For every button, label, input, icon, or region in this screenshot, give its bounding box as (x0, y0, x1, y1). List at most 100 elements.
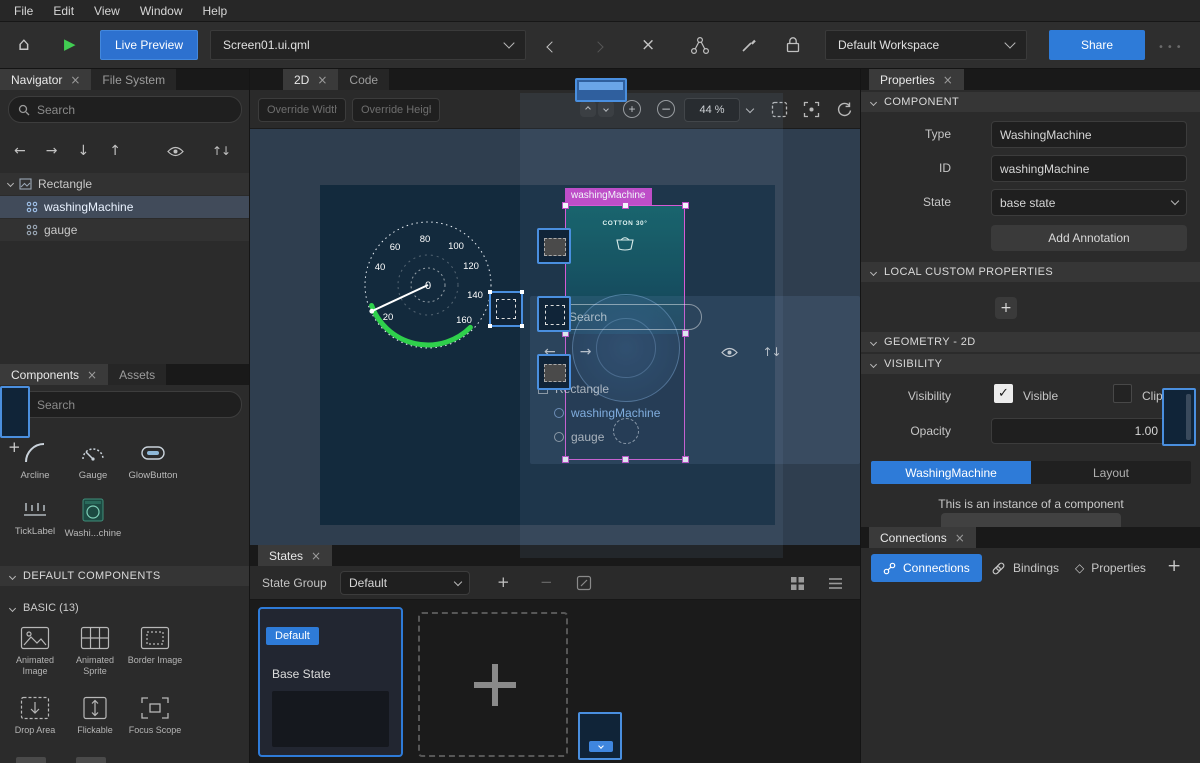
override-width-input[interactable] (267, 104, 337, 116)
paint-brush-icon[interactable] (740, 36, 758, 54)
connections-toolbar: Connections Bindings ◇ Properties + (861, 548, 1200, 588)
add-connection-icon[interactable]: + (1167, 556, 1181, 576)
add-state-plus-icon (492, 664, 498, 706)
node-graph-icon[interactable] (690, 36, 710, 55)
remove-state-group-icon[interactable]: − (540, 573, 553, 591)
id-field[interactable]: washingMachine (991, 155, 1187, 182)
override-height-input[interactable] (361, 104, 431, 116)
file-dropdown[interactable]: Screen01.ui.qml (210, 30, 526, 60)
basic-section-header[interactable]: BASIC (13) (10, 602, 79, 614)
drag-ghost-thumb (575, 78, 627, 102)
arrow-down-icon[interactable]: ↓ (77, 143, 89, 159)
state-card-default[interactable]: Default Base State (258, 607, 403, 757)
fit-frame-icon[interactable] (803, 101, 820, 118)
close-icon[interactable]: × (943, 73, 953, 87)
clip-checkbox[interactable] (1113, 384, 1132, 403)
basic-item-animated-sprite[interactable]: Animated Sprite (66, 625, 124, 676)
library-item-glowbutton[interactable]: GlowButton (122, 441, 184, 481)
sort-icon[interactable]: ↑↓ (212, 144, 230, 158)
add-state-card[interactable] (418, 612, 568, 757)
navigator-item-gauge[interactable]: gauge (0, 219, 249, 241)
tab-navigator[interactable]: Navigator × (0, 69, 91, 90)
expander-icon[interactable] (7, 179, 14, 186)
type-field[interactable]: WashingMachine (991, 121, 1187, 148)
live-preview-button[interactable]: Live Preview (100, 30, 198, 60)
close-icon[interactable]: × (311, 549, 321, 563)
properties-button[interactable]: ◇ Properties (1067, 554, 1154, 582)
state-group-dropdown[interactable]: Default (340, 571, 470, 595)
visibility-section-header[interactable]: VISIBILITY (861, 354, 1200, 374)
tab-assets[interactable]: Assets (108, 364, 166, 385)
menu-edit[interactable]: Edit (43, 4, 84, 18)
menu-view[interactable]: View (84, 4, 130, 18)
close-icon[interactable]: × (955, 531, 965, 545)
basic-item-border-image[interactable]: Border Image (126, 625, 184, 666)
workspace-dropdown[interactable]: Default Workspace (825, 30, 1027, 60)
library-item-ticklabel[interactable]: TickLabel (4, 497, 66, 537)
navigator-search[interactable] (8, 96, 242, 123)
basic-item-animated-image[interactable]: Animated Image (6, 625, 64, 676)
override-width-field[interactable] (258, 98, 346, 122)
menu-window[interactable]: Window (130, 4, 193, 18)
grid-view-icon[interactable] (790, 576, 805, 591)
tab-code[interactable]: Code (338, 69, 389, 90)
library-item-washingmachine[interactable]: Washi...chine (62, 497, 124, 539)
state-dropdown[interactable]: base state (991, 189, 1187, 216)
close-document-icon[interactable]: × (641, 35, 655, 55)
tab-file-system[interactable]: File System (91, 69, 176, 90)
geometry-section-header[interactable]: GEOMETRY - 2D (861, 332, 1200, 352)
basic-item-focus-scope[interactable]: Focus Scope (126, 695, 184, 736)
opacity-field[interactable]: 1.00 (991, 418, 1167, 444)
close-icon[interactable]: × (317, 73, 327, 87)
states-toolbar: State Group Default + − (250, 566, 860, 600)
ellipsis-icon[interactable]: ••• (1158, 42, 1185, 53)
tab-layout[interactable]: Layout (1031, 461, 1191, 484)
arrow-up-icon[interactable]: ↑ (109, 143, 121, 159)
back-button[interactable] (548, 40, 556, 54)
forward-button[interactable] (594, 40, 602, 54)
components-search[interactable] (8, 391, 242, 418)
tab-components[interactable]: Components × (0, 364, 108, 385)
add-annotation-button[interactable]: Add Annotation (991, 225, 1187, 251)
connections-button[interactable]: Connections (871, 554, 982, 582)
edit-state-icon[interactable] (576, 575, 592, 591)
add-custom-property-button[interactable]: + (995, 297, 1017, 319)
library-item-gauge[interactable]: Gauge (62, 441, 124, 481)
play-icon[interactable]: ▶ (64, 35, 76, 53)
tab-washingmachine[interactable]: WashingMachine (871, 461, 1031, 484)
edit-base-component-button[interactable] (941, 513, 1121, 527)
tab-connections[interactable]: Connections × (869, 527, 976, 548)
lock-icon[interactable] (784, 35, 802, 54)
tab-label: Code (349, 73, 378, 87)
tab-properties[interactable]: Properties × (869, 69, 964, 90)
refresh-icon[interactable] (836, 101, 853, 118)
component-section-header[interactable]: COMPONENT (861, 92, 1200, 112)
basic-item-flickable[interactable]: Flickable (66, 695, 124, 736)
share-button[interactable]: Share (1049, 30, 1145, 60)
navigator-item-washingmachine[interactable]: washingMachine (0, 196, 249, 218)
close-icon[interactable]: × (70, 73, 80, 87)
canvas-gauge[interactable]: 20 40 60 80 100 120 140 160 0 (343, 200, 513, 370)
tab-states[interactable]: States × (258, 545, 332, 566)
list-view-icon[interactable] (828, 577, 843, 590)
visible-checkbox[interactable]: ✓ (994, 384, 1013, 403)
button-label: Connections (903, 561, 970, 575)
home-icon[interactable]: ⌂ (18, 34, 29, 55)
menu-help[interactable]: Help (193, 4, 238, 18)
add-state-group-icon[interactable]: + (497, 573, 510, 591)
search-input[interactable] (37, 103, 232, 117)
default-components-header[interactable]: DEFAULT COMPONENTS (0, 566, 249, 586)
bindings-button[interactable]: Bindings (983, 554, 1067, 582)
close-icon[interactable]: × (87, 368, 97, 382)
navigator-item-rectangle[interactable]: Rectangle (0, 173, 249, 195)
search-input[interactable] (37, 398, 232, 412)
eye-icon[interactable] (167, 146, 184, 157)
menu-file[interactable]: File (4, 4, 43, 18)
arrow-right-icon[interactable]: → (46, 143, 58, 159)
basic-item-drop-area[interactable]: Drop Area (6, 695, 64, 736)
properties-tabbar: Properties × (861, 69, 1200, 90)
local-custom-properties-header[interactable]: LOCAL CUSTOM PROPERTIES (861, 262, 1200, 282)
arrow-left-icon[interactable]: ← (14, 143, 26, 159)
tab-2d[interactable]: 2D × (283, 69, 338, 90)
override-height-field[interactable] (352, 98, 440, 122)
